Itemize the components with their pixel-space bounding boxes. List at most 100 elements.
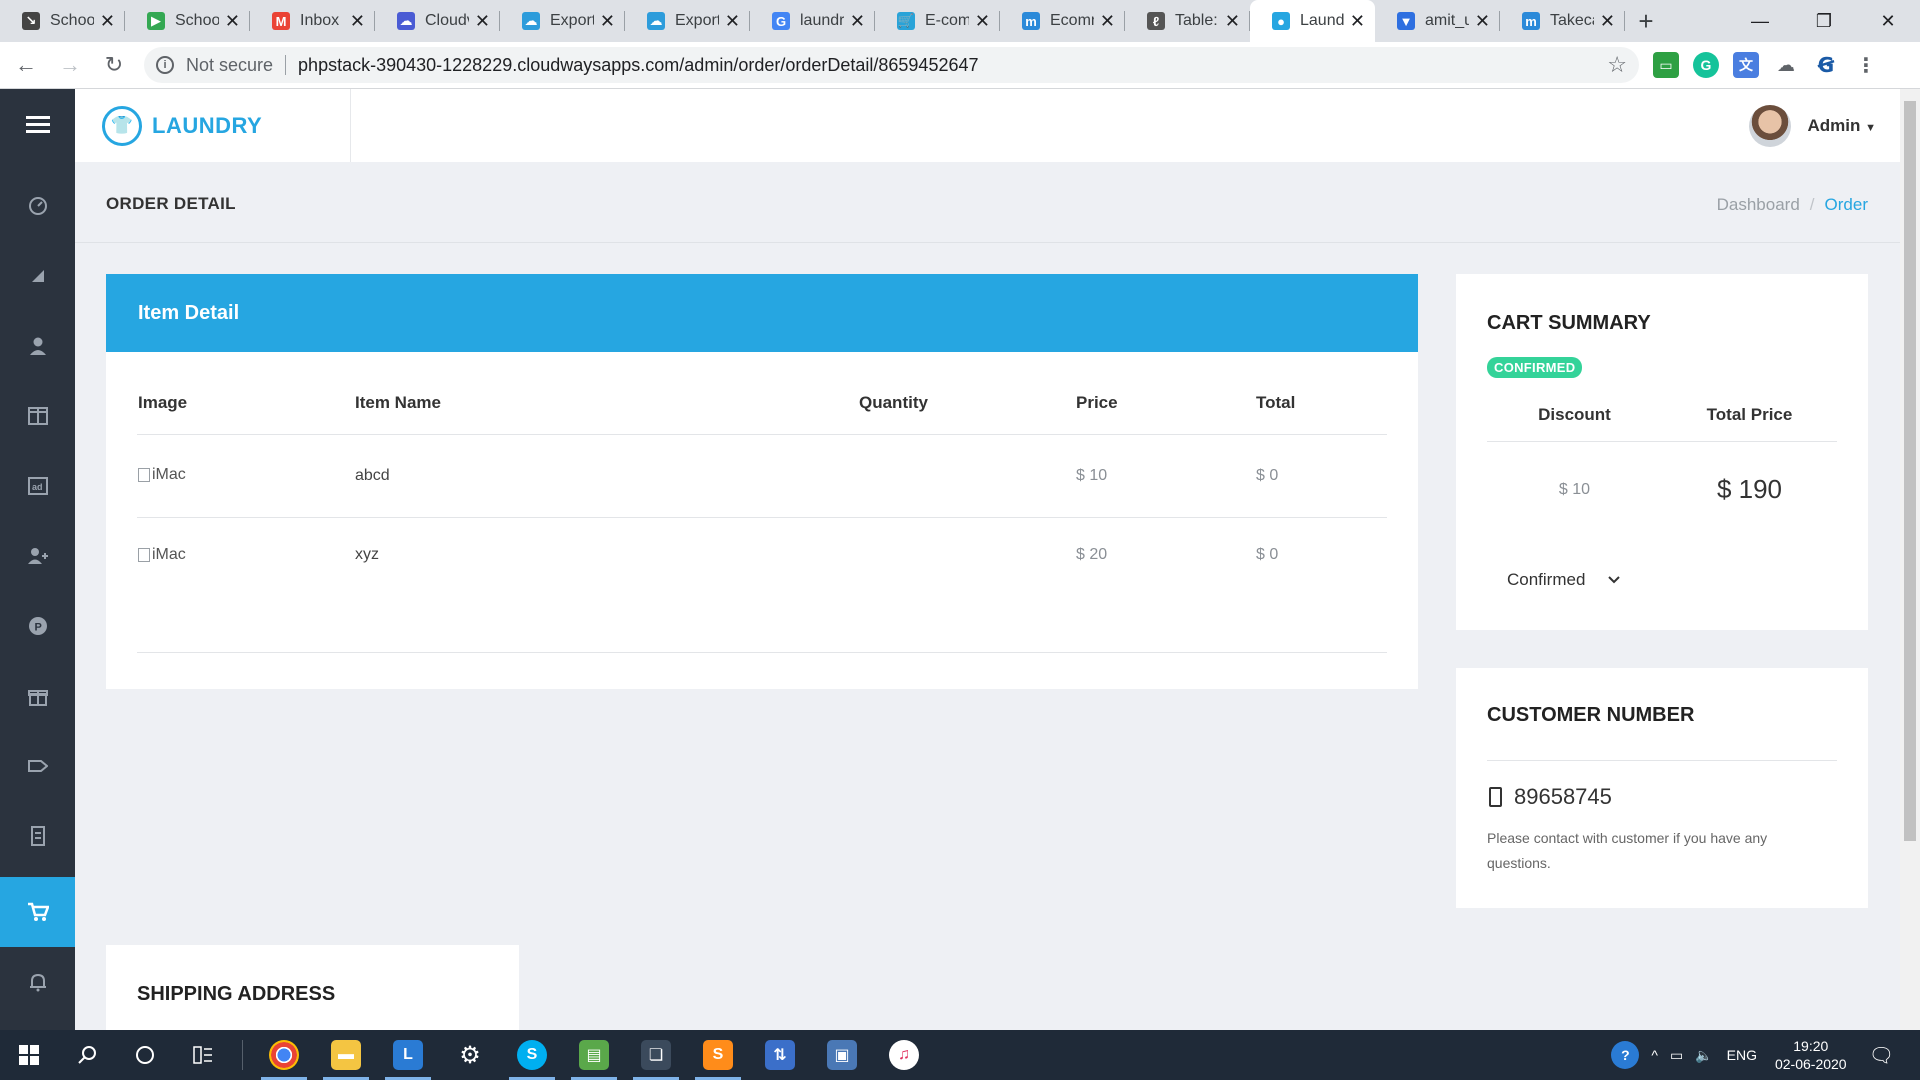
reload-button[interactable]: ↻ xyxy=(96,47,132,83)
browser-tab[interactable]: ↘ School ✕ xyxy=(0,0,125,42)
taskbar-network-app[interactable]: ⇅ xyxy=(749,1030,811,1080)
discount-value: $ 10 xyxy=(1558,480,1591,498)
cart-summary-card: CART SUMMARY CONFIRMED Discount Total Pr… xyxy=(1456,274,1868,630)
task-view-icon[interactable] xyxy=(174,1030,232,1080)
taskbar-chrome[interactable] xyxy=(253,1030,315,1080)
browser-tab[interactable]: ☁ Cloudv ✕ xyxy=(375,0,500,42)
tab-favicon-icon: ↘ xyxy=(22,12,40,30)
tab-close-icon[interactable]: ✕ xyxy=(100,11,115,32)
taskbar-settings[interactable]: ⚙ xyxy=(439,1030,501,1080)
breadcrumb-dashboard[interactable]: Dashboard xyxy=(1717,195,1800,214)
volume-icon[interactable]: 🔈 xyxy=(1695,1047,1712,1064)
avatar[interactable] xyxy=(1749,104,1792,147)
item-detail-card: Item Detail Image Item Name Quantity Pri… xyxy=(106,274,1418,689)
browser-tab[interactable]: ℓ Table: ✕ xyxy=(1125,0,1250,42)
tab-close-icon[interactable]: ✕ xyxy=(1225,11,1240,32)
user-name-dropdown[interactable]: Admin ▼ xyxy=(1807,116,1876,136)
new-tab-button[interactable]: + xyxy=(1625,0,1667,42)
parking-icon[interactable]: P xyxy=(0,591,75,661)
browser-tab[interactable]: m Ecomn ✕ xyxy=(1000,0,1125,42)
translate-icon[interactable]: 文 xyxy=(1733,52,1759,78)
windows-taskbar: ▬ L ⚙ S ▤ ❏ S ⇅ ▣ ♫ ? ^ ▭ 🔈 ENG 19:20 02… xyxy=(0,1030,1920,1080)
extension-tv-icon[interactable]: ▭ xyxy=(1653,52,1679,78)
browser-tab[interactable]: 🛒 E-com ✕ xyxy=(875,0,1000,42)
user-icon[interactable] xyxy=(0,311,75,381)
browser-tab[interactable]: m Takeca ✕ xyxy=(1500,0,1625,42)
tab-close-icon[interactable]: ✕ xyxy=(1350,11,1365,32)
taskbar-itunes[interactable]: ♫ xyxy=(873,1030,935,1080)
windows-start-icon[interactable] xyxy=(0,1030,58,1080)
browser-tab[interactable]: ● Laundr ✕ xyxy=(1250,0,1375,42)
omnibox-separator xyxy=(285,55,287,75)
back-button[interactable]: ← xyxy=(8,47,44,83)
user-menu[interactable]: Admin ▼ xyxy=(1749,89,1900,162)
network-icon[interactable]: ▭ xyxy=(1670,1047,1683,1064)
tab-close-icon[interactable]: ✕ xyxy=(1600,11,1615,32)
logo[interactable]: 👕 LAUNDRY xyxy=(75,89,351,162)
taskbar-file-explorer[interactable]: ▬ xyxy=(315,1030,377,1080)
order-status-value: Confirmed xyxy=(1507,570,1586,589)
cortana-icon[interactable] xyxy=(116,1030,174,1080)
address-bar[interactable]: i Not secure phpstack-390430-1228229.clo… xyxy=(144,47,1639,83)
taskbar-app-l[interactable]: L xyxy=(377,1030,439,1080)
clock[interactable]: 19:20 02-06-2020 xyxy=(1775,1037,1847,1073)
cloud-extension-icon[interactable]: ☁ xyxy=(1773,52,1799,78)
taskbar-app-chart[interactable]: ▤ xyxy=(563,1030,625,1080)
tab-close-icon[interactable]: ✕ xyxy=(350,11,365,32)
scrollbar-thumb[interactable] xyxy=(1904,101,1916,841)
orders-cart-icon[interactable] xyxy=(0,877,75,947)
profile-extension-icon[interactable]: Ꞡ xyxy=(1813,52,1839,78)
ad-icon[interactable]: ad xyxy=(0,451,75,521)
chrome-menu-icon[interactable]: ⋮ xyxy=(1853,52,1879,78)
receipt-icon[interactable] xyxy=(0,801,75,871)
settings-gear-icon: ⚙ xyxy=(459,1041,481,1069)
add-user-icon[interactable] xyxy=(0,521,75,591)
info-icon[interactable]: i xyxy=(156,56,174,74)
browser-tab[interactable]: ▶ School ✕ xyxy=(125,0,250,42)
columns-icon[interactable] xyxy=(0,381,75,451)
announcement-icon[interactable] xyxy=(0,241,75,311)
page-scrollbar[interactable] xyxy=(1900,89,1920,1030)
tab-close-icon[interactable]: ✕ xyxy=(725,11,740,32)
tab-close-icon[interactable]: ✕ xyxy=(975,11,990,32)
input-language[interactable]: ENG xyxy=(1727,1047,1757,1063)
order-status-select[interactable]: Confirmed xyxy=(1507,570,1621,590)
search-icon[interactable] xyxy=(58,1030,116,1080)
taskbar-skype[interactable]: S xyxy=(501,1030,563,1080)
breadcrumb-order[interactable]: Order xyxy=(1825,195,1868,214)
taskbar-remote-desktop[interactable]: ▣ xyxy=(811,1030,873,1080)
taskbar-sublime[interactable]: S xyxy=(687,1030,749,1080)
app-sidebar: ad P xyxy=(0,89,75,1030)
gift-icon[interactable] xyxy=(0,661,75,731)
tag-icon[interactable] xyxy=(0,731,75,801)
maximize-button[interactable]: ❐ xyxy=(1792,0,1856,42)
browser-tab[interactable]: ☁ Export ✕ xyxy=(500,0,625,42)
tab-close-icon[interactable]: ✕ xyxy=(600,11,615,32)
tab-close-icon[interactable]: ✕ xyxy=(475,11,490,32)
forward-button[interactable]: → xyxy=(52,47,88,83)
url-text[interactable]: phpstack-390430-1228229.cloudwaysapps.co… xyxy=(298,55,1607,76)
browser-tab[interactable]: Glaundr ✕ xyxy=(750,0,875,42)
notification-bell-icon[interactable] xyxy=(0,947,75,1017)
taskbar-app-windows[interactable]: ❏ xyxy=(625,1030,687,1080)
bookmark-star-icon[interactable]: ☆ xyxy=(1607,52,1627,78)
tab-close-icon[interactable]: ✕ xyxy=(225,11,240,32)
tab-close-icon[interactable]: ✕ xyxy=(1100,11,1115,32)
tab-favicon-icon: ▼ xyxy=(1397,12,1415,30)
customer-number-card: CUSTOMER NUMBER 89658745 Please contact … xyxy=(1456,668,1868,908)
dashboard-icon[interactable] xyxy=(0,171,75,241)
minimize-button[interactable]: — xyxy=(1728,0,1792,42)
tab-close-icon[interactable]: ✕ xyxy=(850,11,865,32)
menu-toggle-icon[interactable] xyxy=(0,89,75,159)
grammarly-icon[interactable]: G xyxy=(1693,52,1719,78)
tab-close-icon[interactable]: ✕ xyxy=(1475,11,1490,32)
notifications-icon[interactable]: 🗨 xyxy=(1869,1043,1894,1068)
browser-tab[interactable]: M Inbox (✕ xyxy=(250,0,375,42)
browser-tab[interactable]: ☁ Export ✕ xyxy=(625,0,750,42)
browser-tab[interactable]: ▼ amit_u ✕ xyxy=(1375,0,1500,42)
tab-favicon-icon: m xyxy=(1522,12,1540,30)
help-icon[interactable]: ? xyxy=(1611,1041,1640,1069)
close-window-button[interactable]: ✕ xyxy=(1856,0,1920,42)
show-hidden-icons-icon[interactable]: ^ xyxy=(1651,1047,1658,1063)
tab-label: Export xyxy=(675,12,719,29)
